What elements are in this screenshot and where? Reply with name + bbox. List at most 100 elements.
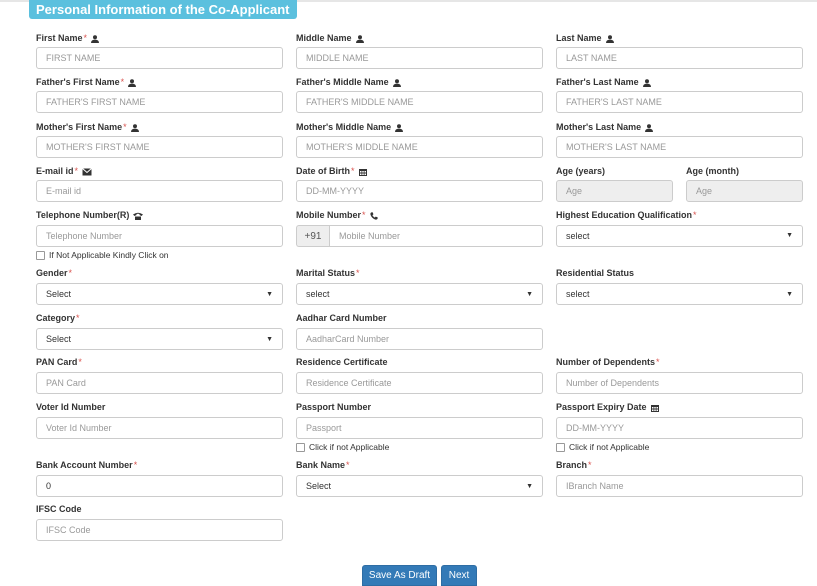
telephone-not-applicable[interactable]: If Not Applicable Kindly Click on: [36, 250, 169, 260]
required-mark: *: [656, 357, 660, 367]
email-input[interactable]: [36, 180, 283, 202]
chevron-down-icon: ▼: [266, 290, 273, 298]
required-mark: *: [693, 210, 697, 220]
marital-status-label: Marital Status*: [296, 267, 360, 279]
bank-account-label: Bank Account Number*: [36, 459, 137, 471]
bank-account-label-text: Bank Account Number: [36, 460, 133, 470]
education-select[interactable]: select ▼: [556, 225, 803, 247]
category-label: Category*: [36, 312, 80, 324]
father-middle-name-input[interactable]: [296, 91, 543, 113]
checkbox[interactable]: [296, 442, 305, 452]
passport-not-applicable[interactable]: Click if not Applicable: [296, 442, 389, 452]
user-icon: [91, 34, 100, 43]
father-last-name-label-text: Father's Last Name: [556, 77, 639, 87]
next-button[interactable]: Next: [441, 565, 477, 586]
last-name-label-text: Last Name: [556, 33, 602, 43]
user-icon: [355, 34, 364, 43]
passport-expiry-input[interactable]: [556, 417, 803, 439]
required-mark: *: [68, 268, 73, 278]
mother-last-name-input[interactable]: [556, 136, 803, 158]
section-title: Personal Information of the Co-Applicant: [29, 0, 297, 19]
chevron-down-icon: ▼: [786, 290, 793, 298]
user-icon: [645, 123, 654, 132]
ifsc-input[interactable]: [36, 519, 283, 541]
user-icon: [130, 123, 139, 132]
mobile-label-text: Mobile Number: [296, 210, 362, 220]
residence-certificate-input[interactable]: [296, 372, 543, 394]
gender-select[interactable]: Select ▼: [36, 283, 283, 305]
residential-status-select[interactable]: select ▼: [556, 283, 803, 305]
gender-label-text: Gender: [36, 268, 68, 278]
pan-input[interactable]: [36, 372, 283, 394]
mother-first-name-input[interactable]: [36, 136, 283, 158]
age-years-input[interactable]: [556, 180, 673, 202]
required-mark: *: [346, 460, 350, 470]
father-first-name-input[interactable]: [36, 91, 283, 113]
required-mark: *: [76, 313, 80, 323]
passport-expiry-label: Passport Expiry Date: [556, 401, 659, 413]
pan-label: PAN Card*: [36, 356, 82, 368]
category-select[interactable]: Select ▼: [36, 328, 283, 350]
branch-input[interactable]: [556, 475, 803, 497]
mother-first-name-label: Mother's First Name*: [36, 121, 139, 133]
passport-expiry-label-text: Passport Expiry Date: [556, 402, 647, 412]
last-name-input[interactable]: [556, 47, 803, 69]
aadhar-input[interactable]: [296, 328, 543, 350]
middle-name-input[interactable]: [296, 47, 543, 69]
required-mark: *: [351, 166, 355, 176]
passport-expiry-not-applicable[interactable]: Click if not Applicable: [556, 442, 649, 452]
mobile-input[interactable]: [329, 225, 543, 247]
education-label-text: Highest Education Qualification: [556, 210, 693, 220]
telephone-label-text: Telephone Number(R): [36, 210, 130, 220]
mother-middle-name-input[interactable]: [296, 136, 543, 158]
email-label-text: E-mail id: [36, 166, 74, 176]
select-value: select: [306, 289, 330, 299]
dob-label-text: Date of Birth: [296, 166, 350, 176]
father-last-name-label: Father's Last Name: [556, 76, 651, 88]
checkbox-label: Click if not Applicable: [309, 442, 390, 452]
age-month-input[interactable]: [686, 180, 803, 202]
required-mark: *: [133, 460, 138, 470]
select-value: Select: [46, 289, 72, 299]
first-name-label-text: First Name: [36, 33, 83, 43]
passport-input[interactable]: [296, 417, 543, 439]
aadhar-label: Aadhar Card Number: [296, 313, 387, 323]
last-name-label: Last Name: [556, 32, 614, 44]
required-mark: *: [588, 460, 592, 470]
age-month-label: Age (month): [686, 166, 739, 176]
select-value: Select: [306, 481, 332, 491]
telephone-input[interactable]: [36, 225, 283, 247]
mother-last-name-label-text: Mother's Last Name: [556, 122, 642, 132]
dob-input[interactable]: [296, 180, 543, 202]
required-mark: *: [362, 210, 366, 220]
dependents-input[interactable]: [556, 372, 803, 394]
dependents-label-text: Number of Dependents: [556, 357, 656, 367]
checkbox-label: Click if not Applicable: [569, 442, 650, 452]
chevron-down-icon: ▼: [266, 335, 273, 343]
user-icon: [128, 78, 137, 87]
residence-certificate-label: Residence Certificate: [296, 357, 388, 367]
age-years-label: Age (years): [556, 166, 606, 176]
father-middle-name-label-text: Father's Middle Name: [296, 77, 389, 87]
bank-name-label: Bank Name*: [296, 459, 350, 471]
phone-icon: [133, 212, 144, 220]
save-as-draft-button[interactable]: Save As Draft: [362, 565, 437, 586]
father-last-name-input[interactable]: [556, 91, 803, 113]
bank-name-select[interactable]: Select ▼: [296, 475, 543, 497]
handset-icon: [369, 212, 378, 220]
chevron-down-icon: ▼: [526, 482, 533, 490]
father-middle-name-label: Father's Middle Name: [296, 76, 401, 88]
required-mark: *: [74, 166, 79, 176]
chevron-down-icon: ▼: [786, 232, 793, 239]
first-name-input[interactable]: [36, 47, 283, 69]
mobile-label: Mobile Number*: [296, 209, 378, 221]
passport-label: Passport Number: [296, 402, 372, 412]
checkbox[interactable]: [36, 250, 45, 260]
checkbox[interactable]: [556, 442, 565, 452]
required-mark: *: [83, 33, 88, 43]
bank-account-input[interactable]: [36, 475, 283, 497]
required-mark: *: [120, 77, 125, 87]
checkbox-label: If Not Applicable Kindly Click on: [49, 250, 169, 260]
marital-status-select[interactable]: select ▼: [296, 283, 543, 305]
voter-id-input[interactable]: [36, 417, 283, 439]
